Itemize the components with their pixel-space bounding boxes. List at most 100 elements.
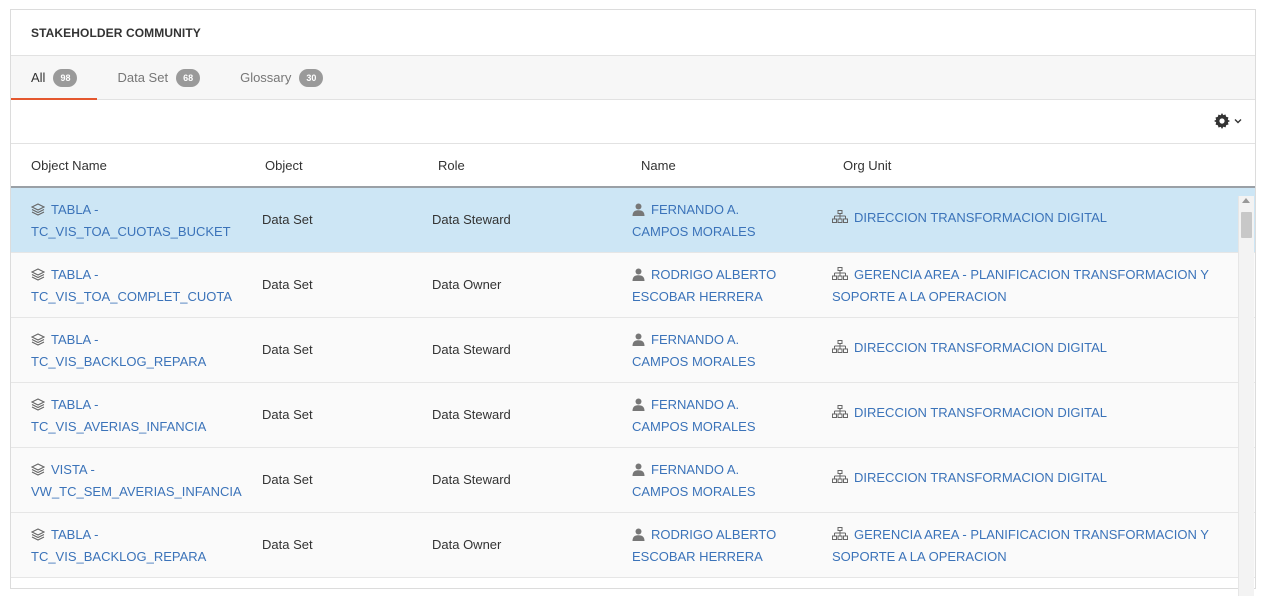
role-cell: Data Owner — [432, 537, 502, 552]
user-icon — [632, 332, 645, 352]
object-name-link[interactable]: TABLA - — [51, 202, 98, 217]
org-unit-cell: DIRECCION TRANSFORMACION DIGITAL — [832, 405, 1232, 422]
tab-glossary[interactable]: Glossary 30 — [220, 56, 343, 99]
settings-dropdown-button[interactable] — [1214, 113, 1243, 129]
org-chart-icon — [832, 405, 848, 422]
table-toolbar — [11, 100, 1255, 144]
user-icon — [632, 202, 645, 222]
table-row[interactable]: TABLA - TC_VIS_TOA_CUOTAS_BUCKET Data Se… — [11, 188, 1255, 253]
object-type-cell: Data Set — [262, 212, 313, 227]
tab-label: All — [31, 70, 46, 85]
org-unit-link[interactable]: DIRECCION TRANSFORMACION DIGITAL — [854, 405, 1107, 420]
tab-bar: All 98 Data Set 68 Glossary 30 — [11, 56, 1255, 100]
person-link[interactable]: CAMPOS MORALES — [632, 484, 756, 499]
panel-header: STAKEHOLDER COMMUNITY — [11, 10, 1255, 56]
person-link[interactable]: ESCOBAR HERRERA — [632, 289, 763, 304]
name-cell: RODRIGO ALBERTO ESCOBAR HERRERA — [632, 525, 822, 567]
name-cell: FERNANDO A. CAMPOS MORALES — [632, 395, 822, 437]
org-unit-cell: DIRECCION TRANSFORMACION DIGITAL — [832, 210, 1232, 227]
object-type-cell: Data Set — [262, 472, 313, 487]
org-chart-icon — [832, 340, 848, 357]
name-cell: FERNANDO A. CAMPOS MORALES — [632, 200, 822, 242]
table-row[interactable]: VISTA - VW_TC_SEM_AVERIAS_INFANCIA Data … — [11, 448, 1255, 513]
table-header: Object Name Object Role Name Org Unit — [11, 144, 1255, 188]
object-name-cell: TABLA - TC_VIS_BACKLOG_REPARA — [30, 330, 256, 372]
table-row[interactable]: TABLA - TC_VIS_BACKLOG_REPARA Data Set D… — [11, 513, 1255, 578]
layers-icon — [30, 397, 46, 417]
tab-data-set[interactable]: Data Set 68 — [97, 56, 220, 99]
org-unit-cell: GERENCIA AREA - PLANIFICACION TRANSFORMA… — [832, 265, 1232, 307]
object-type-cell: Data Set — [262, 342, 313, 357]
person-link[interactable]: FERNANDO A. — [651, 332, 739, 347]
table-row[interactable]: TABLA - TC_VIS_TOA_COMPLET_CUOTA Data Se… — [11, 253, 1255, 318]
count-badge: 30 — [299, 68, 324, 87]
object-type-cell: Data Set — [262, 537, 313, 552]
user-icon — [632, 267, 645, 287]
column-header-object[interactable]: Object — [265, 158, 303, 173]
org-unit-link[interactable]: DIRECCION TRANSFORMACION DIGITAL — [854, 340, 1107, 355]
role-cell: Data Steward — [432, 472, 511, 487]
object-name-link[interactable]: TC_VIS_TOA_COMPLET_CUOTA — [31, 289, 232, 304]
person-link[interactable]: FERNANDO A. — [651, 462, 739, 477]
org-unit-link[interactable]: GERENCIA AREA - PLANIFICACION TRANSFORMA… — [854, 267, 1209, 282]
org-unit-link[interactable]: DIRECCION TRANSFORMACION DIGITAL — [854, 210, 1107, 225]
role-cell: Data Owner — [432, 277, 502, 292]
stakeholder-community-panel: STAKEHOLDER COMMUNITY All 98 Data Set 68… — [10, 9, 1256, 596]
org-unit-cell: DIRECCION TRANSFORMACION DIGITAL — [832, 470, 1232, 487]
org-unit-link[interactable]: DIRECCION TRANSFORMACION DIGITAL — [854, 470, 1107, 485]
org-chart-icon — [832, 210, 848, 227]
person-link[interactable]: RODRIGO ALBERTO — [651, 527, 776, 542]
name-cell: FERNANDO A. CAMPOS MORALES — [632, 330, 822, 372]
object-name-link[interactable]: TABLA - — [51, 527, 98, 542]
scroll-up-arrow[interactable] — [1242, 198, 1250, 203]
org-unit-link[interactable]: SOPORTE A LA OPERACION — [832, 289, 1007, 304]
org-unit-link[interactable]: SOPORTE A LA OPERACION — [832, 549, 1007, 564]
org-chart-icon — [832, 527, 848, 547]
table-body: TABLA - TC_VIS_TOA_CUOTAS_BUCKET Data Se… — [11, 188, 1255, 578]
person-link[interactable]: CAMPOS MORALES — [632, 224, 756, 239]
count-badge: 68 — [176, 68, 201, 87]
org-unit-cell: DIRECCION TRANSFORMACION DIGITAL — [832, 340, 1232, 357]
object-name-cell: TABLA - TC_VIS_TOA_CUOTAS_BUCKET — [30, 200, 256, 242]
vertical-scrollbar[interactable] — [1238, 196, 1254, 596]
object-name-link[interactable]: TC_VIS_AVERIAS_INFANCIA — [31, 419, 206, 434]
object-name-link[interactable]: VISTA - — [51, 462, 95, 477]
person-link[interactable]: CAMPOS MORALES — [632, 419, 756, 434]
table-row[interactable]: TABLA - TC_VIS_AVERIAS_INFANCIA Data Set… — [11, 383, 1255, 448]
name-cell: RODRIGO ALBERTO ESCOBAR HERRERA — [632, 265, 822, 307]
user-icon — [632, 462, 645, 482]
org-chart-icon — [832, 470, 848, 487]
role-cell: Data Steward — [432, 407, 511, 422]
role-cell: Data Steward — [432, 342, 511, 357]
layers-icon — [30, 527, 46, 547]
layers-icon — [30, 202, 46, 222]
object-name-link[interactable]: TABLA - — [51, 267, 98, 282]
object-name-link[interactable]: TABLA - — [51, 332, 98, 347]
object-name-cell: TABLA - TC_VIS_AVERIAS_INFANCIA — [30, 395, 256, 437]
person-link[interactable]: CAMPOS MORALES — [632, 354, 756, 369]
tab-all[interactable]: All 98 — [11, 56, 98, 100]
column-header-name[interactable]: Name — [641, 158, 676, 173]
count-badge: 98 — [53, 68, 78, 87]
user-icon — [632, 397, 645, 417]
org-unit-link[interactable]: GERENCIA AREA - PLANIFICACION TRANSFORMA… — [854, 527, 1209, 542]
layers-icon — [30, 267, 46, 287]
person-link[interactable]: ESCOBAR HERRERA — [632, 549, 763, 564]
person-link[interactable]: FERNANDO A. — [651, 397, 739, 412]
object-name-link[interactable]: VW_TC_SEM_AVERIAS_INFANCIA — [31, 484, 242, 499]
layers-icon — [30, 462, 46, 482]
object-name-link[interactable]: TABLA - — [51, 397, 98, 412]
user-icon — [632, 527, 645, 547]
object-name-link[interactable]: TC_VIS_TOA_CUOTAS_BUCKET — [31, 224, 231, 239]
name-cell: FERNANDO A. CAMPOS MORALES — [632, 460, 822, 502]
column-header-org-unit[interactable]: Org Unit — [843, 158, 891, 173]
person-link[interactable]: FERNANDO A. — [651, 202, 739, 217]
column-header-object-name[interactable]: Object Name — [31, 158, 107, 173]
scroll-thumb[interactable] — [1241, 212, 1252, 238]
person-link[interactable]: RODRIGO ALBERTO — [651, 267, 776, 282]
object-name-link[interactable]: TC_VIS_BACKLOG_REPARA — [31, 354, 206, 369]
gear-icon — [1214, 113, 1230, 129]
object-name-link[interactable]: TC_VIS_BACKLOG_REPARA — [31, 549, 206, 564]
column-header-role[interactable]: Role — [438, 158, 465, 173]
table-row[interactable]: TABLA - TC_VIS_BACKLOG_REPARA Data Set D… — [11, 318, 1255, 383]
